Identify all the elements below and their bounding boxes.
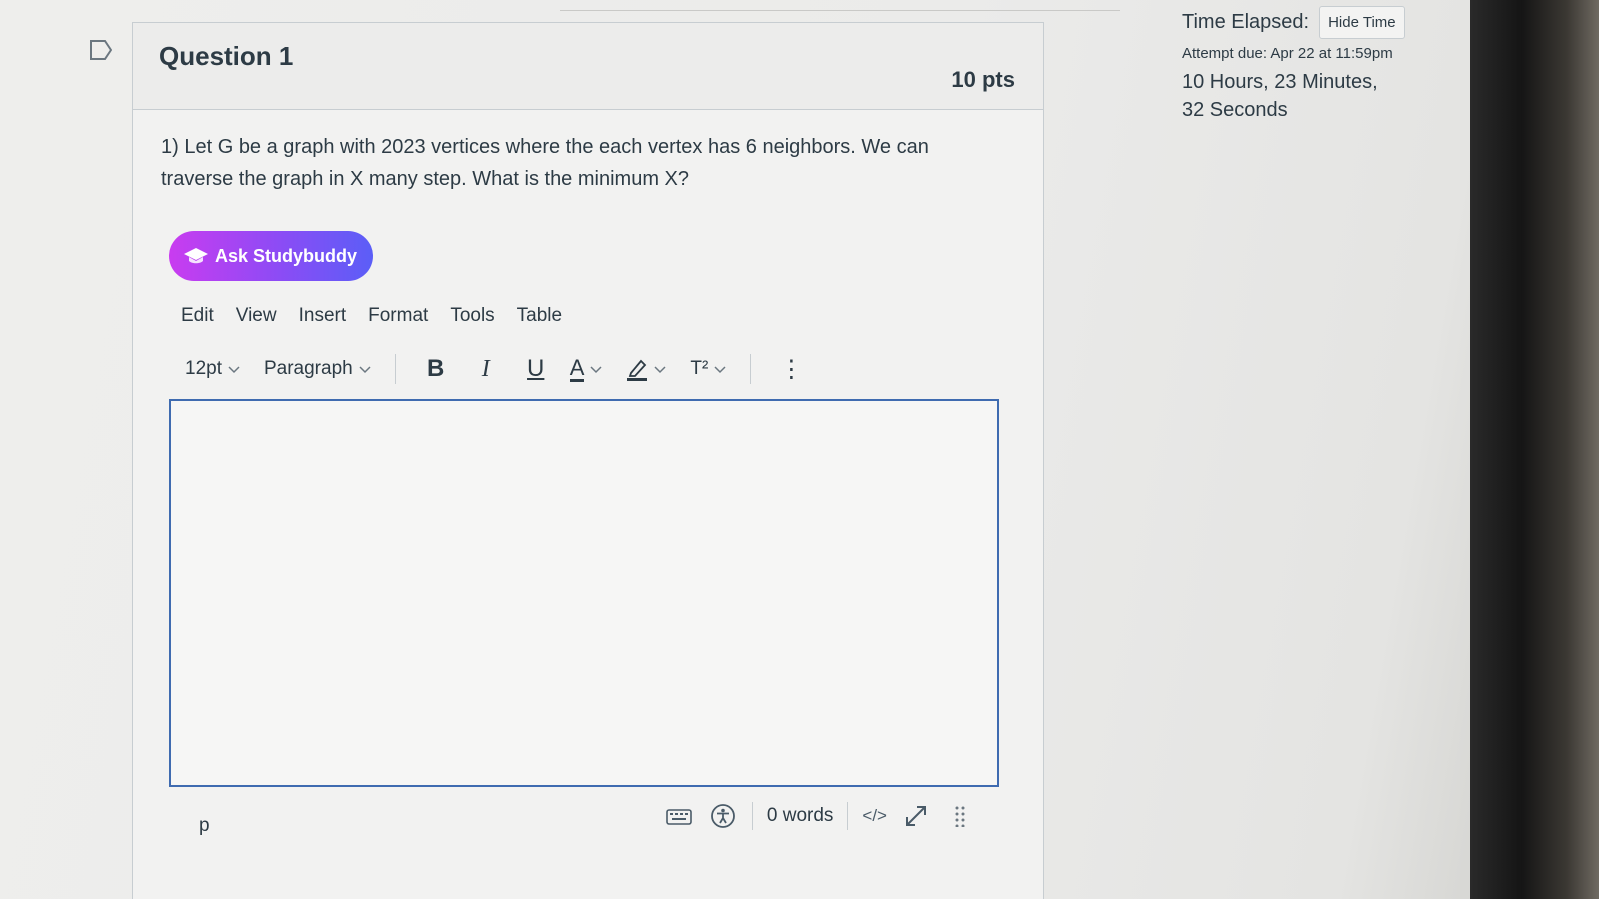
flag-question-icon[interactable] bbox=[90, 40, 112, 60]
block-format-select[interactable]: Paragraph bbox=[264, 358, 371, 380]
element-path[interactable]: p bbox=[199, 815, 210, 837]
question-title: Question 1 bbox=[159, 41, 294, 71]
accessibility-icon bbox=[710, 804, 735, 828]
menu-edit[interactable]: Edit bbox=[181, 303, 214, 329]
chevron-down-icon bbox=[714, 366, 726, 374]
superscript-icon: T² bbox=[690, 358, 709, 379]
ask-studybuddy-button[interactable]: Ask Studybuddy bbox=[169, 231, 374, 281]
keyboard-icon bbox=[666, 809, 692, 825]
menu-insert[interactable]: Insert bbox=[299, 303, 347, 329]
ask-studybuddy-label: Ask Studybuddy bbox=[215, 245, 358, 266]
question-card: Question 1 10 pts 1) Let G be a graph wi… bbox=[132, 22, 1044, 899]
toolbar-separator bbox=[750, 354, 752, 384]
chevron-down-icon bbox=[228, 366, 240, 374]
statusbar-separator bbox=[847, 802, 849, 830]
keyboard-shortcuts-button[interactable] bbox=[664, 801, 694, 831]
timer-panel: Time Elapsed: Hide Time Attempt due: Apr… bbox=[1182, 6, 1422, 124]
drag-handle-icon bbox=[955, 806, 965, 827]
italic-button[interactable]: I bbox=[470, 353, 502, 385]
timer-header: Time Elapsed: Hide Time bbox=[1182, 6, 1422, 39]
question-header: Question 1 10 pts bbox=[133, 23, 1043, 110]
editor-toolbar: 12pt Paragraph B I U A T² ⋮ bbox=[185, 351, 825, 387]
chevron-down-icon bbox=[590, 366, 602, 374]
time-elapsed-value: 10 Hours, 23 Minutes, 32 Seconds bbox=[1182, 71, 1378, 121]
chevron-down-icon bbox=[654, 366, 666, 374]
block-format-value: Paragraph bbox=[263, 358, 353, 379]
text-color-icon: A bbox=[569, 354, 585, 382]
chevron-down-icon bbox=[359, 366, 371, 374]
menu-view[interactable]: View bbox=[236, 303, 277, 329]
time-elapsed-label: Time Elapsed: bbox=[1182, 11, 1310, 33]
expand-icon bbox=[906, 806, 926, 826]
superscript-button[interactable]: T² bbox=[690, 358, 726, 380]
monitor-bezel bbox=[1470, 0, 1599, 899]
resize-handle[interactable] bbox=[945, 801, 975, 831]
text-color-button[interactable]: A bbox=[569, 354, 603, 382]
html-editor-toggle[interactable]: </> bbox=[862, 806, 887, 826]
question-points: 10 pts bbox=[951, 67, 1015, 92]
question-text: 1) Let G be a graph with 2023 vertices w… bbox=[161, 136, 929, 190]
highlighter-icon bbox=[627, 359, 648, 381]
highlight-color-button[interactable] bbox=[626, 357, 666, 381]
font-size-value: 12pt bbox=[185, 358, 222, 379]
answer-editor[interactable] bbox=[169, 399, 999, 787]
toolbar-separator bbox=[394, 354, 396, 384]
graduation-cap-icon bbox=[184, 248, 208, 264]
hide-time-button[interactable]: Hide Time bbox=[1319, 6, 1405, 39]
attempt-due: Attempt due: Apr 22 at 11:59pm bbox=[1182, 45, 1393, 62]
editor-menubar: Edit View Insert Format Tools Table bbox=[181, 303, 562, 329]
statusbar-controls: 0 words </> bbox=[664, 801, 975, 831]
quiz-screen: Question 1 10 pts 1) Let G be a graph wi… bbox=[0, 0, 1599, 899]
top-divider bbox=[560, 10, 1120, 11]
menu-tools[interactable]: Tools bbox=[450, 303, 494, 329]
more-options-button[interactable]: ⋮ bbox=[775, 353, 807, 385]
bold-button[interactable]: B bbox=[420, 353, 452, 385]
menu-table[interactable]: Table bbox=[517, 303, 562, 329]
font-size-select[interactable]: 12pt bbox=[185, 358, 240, 380]
menu-format[interactable]: Format bbox=[368, 303, 428, 329]
statusbar-separator bbox=[751, 802, 753, 830]
accessibility-checker-button[interactable] bbox=[708, 801, 738, 831]
word-count[interactable]: 0 words bbox=[767, 805, 834, 827]
fullscreen-button[interactable] bbox=[901, 801, 931, 831]
underline-button[interactable]: U bbox=[520, 353, 552, 385]
editor-statusbar: p 0 words </> bbox=[169, 795, 999, 845]
